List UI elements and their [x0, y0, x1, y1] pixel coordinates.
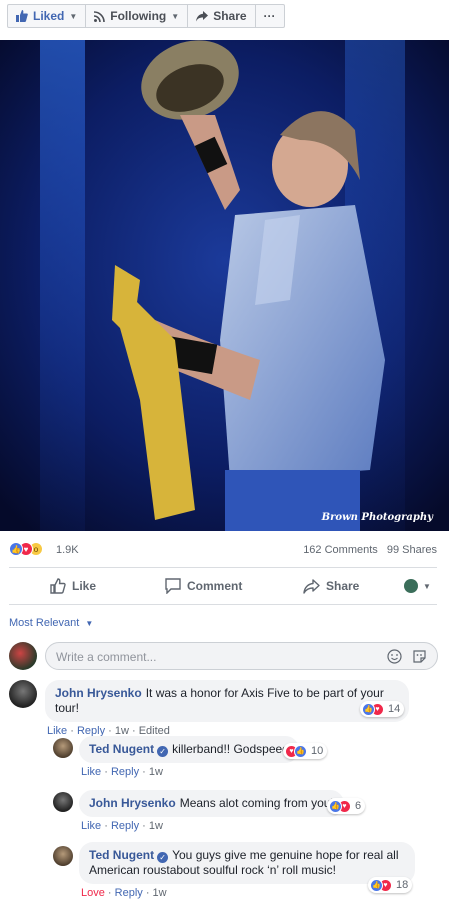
reaction-identity-selector[interactable]: ▼	[404, 572, 431, 600]
share-button[interactable]: Share	[188, 5, 256, 27]
post-toolbar: Liked ▼ Following ▼ Share ···	[0, 0, 449, 36]
post-actions-row: Like Comment Share ▼	[0, 572, 449, 600]
verified-badge-icon: ✓	[157, 746, 169, 757]
verified-badge-icon: ✓	[157, 852, 169, 863]
rss-icon	[94, 10, 106, 22]
reply-meta: Love · Reply · 1w	[81, 887, 167, 899]
reply-author-avatar[interactable]	[53, 738, 73, 758]
reply-like-link[interactable]: Like	[81, 766, 101, 778]
reactions-count[interactable]: 1.9K	[56, 544, 79, 556]
page-avatar	[404, 579, 418, 593]
divider	[9, 604, 437, 605]
comment-action-label: Comment	[187, 579, 243, 593]
post-photo[interactable]: Brown Photography	[0, 40, 449, 531]
reply-author-link[interactable]: Ted Nugent	[89, 848, 154, 862]
reply-reactions-chip[interactable]: 👍 ♥ 6	[327, 798, 366, 814]
like-reaction-icon: 👍	[9, 542, 23, 556]
more-options-button[interactable]: ···	[256, 5, 284, 27]
reply-reply-link[interactable]: Reply	[111, 766, 139, 778]
reply-like-link[interactable]: Like	[81, 820, 101, 832]
like-reaction-icon: 👍	[362, 702, 375, 716]
reply-bubble: Ted Nugent ✓ killerband!! Godspeed	[79, 736, 299, 763]
comment-share-counts: 162 Comments 99 Shares	[297, 544, 437, 556]
reply-love-link[interactable]: Love	[81, 887, 105, 899]
reply-time[interactable]: 1w	[153, 887, 167, 899]
commenter-avatar[interactable]	[9, 680, 37, 708]
current-user-avatar	[9, 642, 37, 670]
caret-down-icon: ▼	[85, 619, 94, 628]
reaction-icons[interactable]: 👍 ♥ o	[9, 542, 43, 556]
reply-reaction-count: 6	[355, 800, 362, 812]
chevron-down-icon: ▼	[69, 11, 78, 21]
reaction-stats-row: 👍 ♥ o 1.9K 162 Comments 99 Shares	[0, 538, 449, 562]
reply-reactions-chip[interactable]: 👍 ♥ 18	[368, 877, 413, 893]
comment-action-button[interactable]: Comment	[165, 572, 242, 600]
following-label: Following	[110, 9, 167, 23]
write-comment-row: Write a comment...	[9, 642, 439, 672]
reply-reaction-count: 10	[311, 745, 324, 757]
reply-author-link[interactable]: Ted Nugent	[89, 742, 154, 756]
like-reaction-icon: 👍	[370, 878, 383, 892]
thumbs-up-outline-icon	[50, 578, 66, 594]
toolbar-button-group: Liked ▼ Following ▼ Share ···	[7, 4, 285, 28]
sticker-icon[interactable]	[412, 649, 427, 664]
photo-credit-watermark: Brown Photography	[321, 512, 433, 523]
following-button[interactable]: Following ▼	[86, 5, 189, 27]
comment-reactions-chip[interactable]: 👍 ♥ 14	[360, 701, 405, 717]
reply-text: Means alot coming from you!	[179, 796, 334, 810]
sort-label: Most Relevant	[9, 617, 80, 629]
like-action-button[interactable]: Like	[50, 572, 96, 600]
write-comment-input[interactable]: Write a comment...	[45, 642, 438, 670]
reply-author-avatar[interactable]	[53, 846, 73, 866]
share-label: Share	[213, 9, 247, 23]
comments-count-link[interactable]: 162 Comments	[303, 544, 378, 556]
share-arrow-icon	[196, 10, 209, 22]
reply-author-avatar[interactable]	[53, 792, 73, 812]
comment-input-icons	[387, 649, 427, 664]
comment-bubble: John Hrysenko It was a honor for Axis Fiv…	[45, 680, 409, 722]
comment-sort-dropdown[interactable]: Most Relevant ▼	[9, 617, 93, 629]
reply-time[interactable]: 1w	[149, 766, 163, 778]
concert-photo-image	[0, 40, 449, 531]
reply-bubble: John Hrysenko Means alot coming from you!	[79, 790, 344, 817]
like-action-label: Like	[72, 579, 97, 593]
comment-bubble-icon	[165, 578, 181, 594]
reply-text: killerband!! Godspeed	[172, 742, 289, 756]
thumbs-up-icon	[16, 10, 28, 22]
reply-reply-link[interactable]: Reply	[115, 887, 143, 899]
reply-meta: Like · Reply · 1w	[81, 766, 163, 778]
chevron-down-icon: ▼	[423, 581, 431, 591]
liked-button[interactable]: Liked ▼	[8, 5, 87, 27]
chevron-down-icon: ▼	[171, 11, 180, 21]
comment-like-link[interactable]: Like	[47, 725, 67, 737]
reply-author-link[interactable]: John Hrysenko	[89, 796, 176, 810]
shares-count-link[interactable]: 99 Shares	[387, 544, 437, 556]
more-label: ···	[263, 9, 276, 23]
reply-meta: Like · Reply · 1w	[81, 820, 163, 832]
share-arrow-outline-icon	[303, 578, 320, 594]
reply-reply-link[interactable]: Reply	[111, 820, 139, 832]
liked-label: Liked	[33, 9, 65, 23]
comment-placeholder: Write a comment...	[56, 650, 157, 664]
reply-reactions-chip[interactable]: ♥ 👍 10	[283, 743, 328, 759]
reply-time[interactable]: 1w	[149, 820, 163, 832]
comment-author-link[interactable]: John Hrysenko	[55, 686, 142, 700]
share-action-button[interactable]: Share	[303, 572, 359, 600]
like-reaction-icon: 👍	[329, 799, 342, 813]
like-reaction-icon: 👍	[294, 744, 307, 758]
reply-reaction-count: 18	[396, 879, 409, 891]
reply-bubble: Ted Nugent ✓ You guys give me genuine hope…	[79, 842, 415, 884]
divider	[9, 567, 437, 568]
share-action-label: Share	[326, 579, 360, 593]
emoji-icon[interactable]	[387, 649, 402, 664]
comment-reaction-count: 14	[388, 703, 401, 715]
